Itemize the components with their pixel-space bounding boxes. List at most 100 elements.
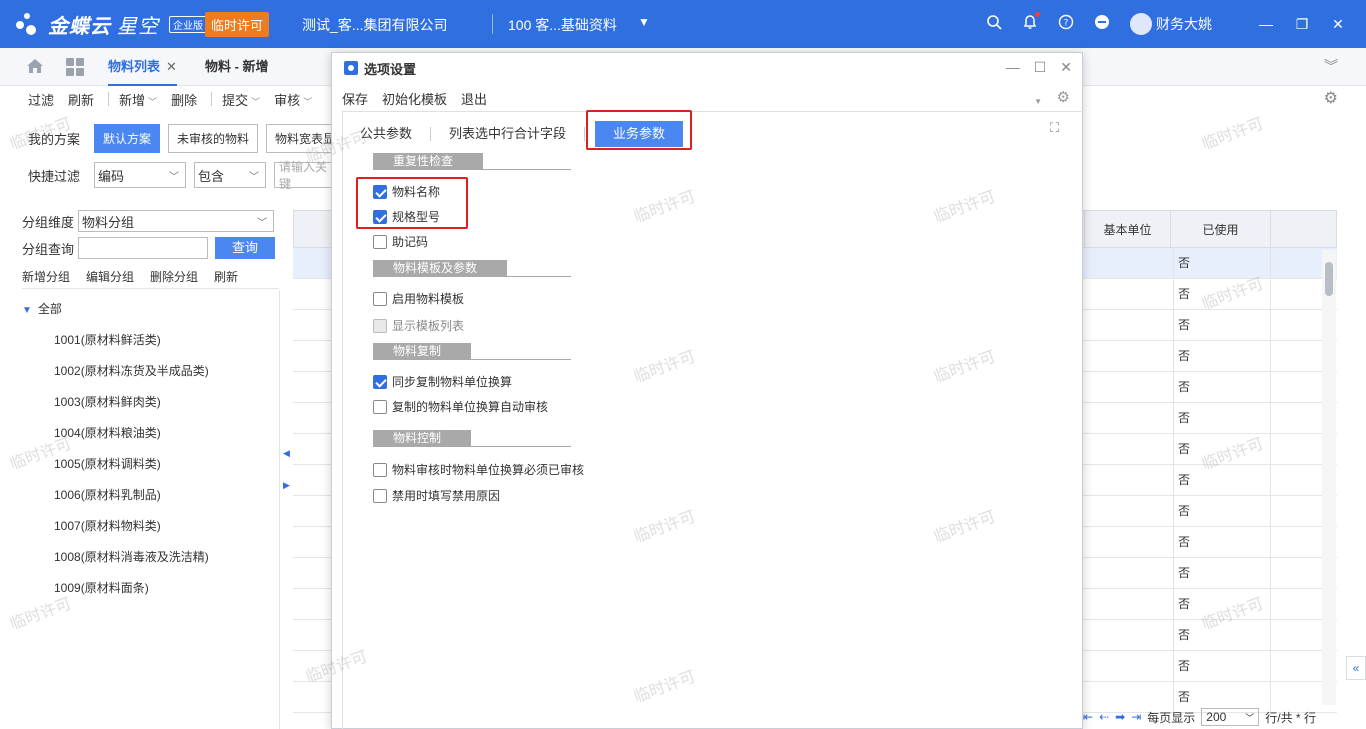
col-header-empty <box>1270 211 1338 249</box>
settings-gear-icon[interactable]: ⚙ <box>1057 88 1070 106</box>
restore-icon[interactable]: ❐ <box>1284 16 1320 33</box>
option-checkbox: 显示模板列表 <box>373 317 464 334</box>
group-actions: 新增分组 编辑分组 删除分组 刷新 <box>22 268 238 285</box>
filter-button[interactable]: 过滤 <box>28 90 54 109</box>
checkbox-empty-icon[interactable] <box>373 291 387 306</box>
col-header-unit[interactable]: 基本单位 <box>1084 211 1170 249</box>
tab-list-sum-fields[interactable]: 列表选中行合计字段 <box>441 121 574 147</box>
checkbox-empty-icon[interactable] <box>373 234 387 249</box>
chevron-down-icon: ﹀ <box>257 217 268 229</box>
checkbox-empty-icon[interactable] <box>373 462 387 477</box>
prev-page-icon[interactable]: ⇠ <box>1099 710 1109 724</box>
exit-button[interactable]: 退出 <box>461 89 487 108</box>
triangle-down-icon[interactable]: ▼ <box>22 305 32 316</box>
scheme-default[interactable]: 默认方案 <box>94 124 161 153</box>
group-header-dup-check: 重复性检查 <box>373 153 483 169</box>
tree-item[interactable]: 1003(原材料鲜肉类) <box>22 387 209 418</box>
checkbox-empty-icon[interactable] <box>373 399 387 414</box>
divider <box>108 92 110 106</box>
refresh-group-button[interactable]: 刷新 <box>214 268 238 285</box>
tree-root[interactable]: ▼ 全部 <box>22 294 209 325</box>
option-checkbox[interactable]: 助记码 <box>373 233 428 250</box>
refresh-button[interactable]: 刷新 <box>68 90 94 109</box>
tree-item[interactable]: 1004(原材料粮油类) <box>22 418 209 449</box>
delete-group-button[interactable]: 删除分组 <box>150 268 198 285</box>
audit-button[interactable]: 审核 ﹀ <box>274 90 312 109</box>
last-page-icon[interactable]: ⇥ <box>1131 710 1141 724</box>
tree-item[interactable]: 1007(原材料物料类) <box>22 511 209 542</box>
option-checkbox[interactable]: 启用物料模板 <box>373 290 464 307</box>
user-name[interactable]: 财务大姚 <box>1156 14 1212 34</box>
init-template-button[interactable]: 初始化模板 <box>382 89 447 108</box>
option-checkbox[interactable]: 同步复制物料单位换算 <box>373 373 512 390</box>
expand-right-icon[interactable]: ▶ <box>283 480 290 491</box>
tree-item[interactable]: 1005(原材料调料类) <box>22 449 209 480</box>
page-size-select[interactable]: 200 ﹀ <box>1201 708 1260 726</box>
checkbox-empty-icon[interactable] <box>373 488 387 503</box>
delete-button[interactable]: 删除 <box>171 90 197 109</box>
tree-item[interactable]: 1006(原材料乳制品) <box>22 480 209 511</box>
edit-group-button[interactable]: 编辑分组 <box>86 268 134 285</box>
splitter[interactable] <box>279 290 280 729</box>
bell-icon[interactable] <box>1012 11 1048 35</box>
org-switcher[interactable]: 测试_客...集团有限公司 <box>302 15 447 35</box>
add-group-button[interactable]: 新增分组 <box>22 268 70 285</box>
option-checkbox[interactable]: 物料审核时物料单位换算必须已审核 <box>373 461 584 478</box>
avatar[interactable] <box>1130 13 1152 35</box>
tree-item[interactable]: 1001(原材料鲜活类) <box>22 325 209 356</box>
tab-material-list[interactable]: 物料列表 ✕ <box>108 48 177 86</box>
help-icon[interactable]: ? <box>1048 14 1084 35</box>
cell-used: 否 <box>1173 279 1273 310</box>
chevron-down-icon: ﹀ <box>1245 712 1255 723</box>
caret-down-icon[interactable]: ▼ <box>638 15 650 29</box>
home-icon[interactable] <box>26 58 44 74</box>
filter-field-select[interactable]: 编码 ﹀ <box>94 162 187 188</box>
tab-common-params[interactable]: 公共参数 <box>352 121 420 147</box>
maximize-icon[interactable]: ☐ <box>1034 59 1047 76</box>
cell-unit <box>1083 279 1173 310</box>
checkbox-checked-icon[interactable] <box>373 374 387 389</box>
double-chevron-left-icon[interactable]: « <box>1346 656 1366 680</box>
col-header-used[interactable]: 已使用 <box>1170 211 1270 249</box>
close-icon[interactable]: ✕ <box>1320 16 1356 33</box>
group-query-row: 分组查询 查询 <box>22 237 276 259</box>
scheme-unaudited[interactable]: 未审核的物料 <box>168 124 259 153</box>
settings-gear-icon[interactable]: ⚙ <box>1324 88 1338 108</box>
close-icon[interactable]: ✕ <box>1060 59 1072 76</box>
minimize-icon[interactable]: — <box>1006 59 1020 76</box>
save-button[interactable]: 保存 <box>342 89 368 108</box>
query-button[interactable]: 查询 <box>215 237 276 259</box>
chevron-down-icon[interactable]: ▼ <box>1034 97 1042 106</box>
filter-op-select[interactable]: 包含 ﹀ <box>194 162 267 188</box>
scrollbar-thumb[interactable] <box>1325 262 1333 296</box>
search-icon[interactable] <box>976 14 1012 35</box>
tree-item[interactable]: 1009(原材料面条) <box>22 573 209 604</box>
edition-badge: 企业版 <box>169 16 207 33</box>
option-checkbox[interactable]: 复制的物料单位换算自动审核 <box>373 398 548 415</box>
dialog-title-bar[interactable]: 选项设置 — ☐ ✕ <box>332 53 1082 83</box>
collapse-left-icon[interactable]: ◀ <box>283 448 290 459</box>
option-checkbox[interactable]: 禁用时填写禁用原因 <box>373 487 500 504</box>
next-page-icon[interactable]: ➡ <box>1115 710 1125 724</box>
tab-material-new[interactable]: 物料 - 新增 <box>205 48 269 86</box>
new-button[interactable]: 新增 ﹀ <box>119 90 157 109</box>
fullscreen-icon[interactable]: ⛶ <box>1050 120 1059 136</box>
group-dim-select[interactable]: 物料分组 ﹀ <box>78 210 275 232</box>
tree-item[interactable]: 1002(原材料冻货及半成品类) <box>22 356 209 387</box>
close-tab-icon[interactable]: ✕ <box>166 59 177 74</box>
dialog-toolbar: 保存 初始化模板 退出 <box>342 89 487 108</box>
submit-button[interactable]: 提交 ﹀ <box>222 90 260 109</box>
tree-item[interactable]: 1008(原材料消毒液及洗洁精) <box>22 542 209 573</box>
group-query-input[interactable] <box>78 237 209 259</box>
license-badge[interactable]: 临时许可 <box>205 12 270 37</box>
cell-unit <box>1083 372 1173 403</box>
filter-keyword-input[interactable]: 请输入关键 <box>274 160 339 191</box>
cell-divider <box>1270 651 1271 682</box>
first-page-icon[interactable]: ⇤ <box>1083 710 1093 724</box>
chevrons-down-icon[interactable]: ︾ <box>1324 56 1338 76</box>
minimize-icon[interactable]: — <box>1248 16 1284 32</box>
more-icon[interactable] <box>1084 14 1120 35</box>
app-grid-icon[interactable] <box>66 58 84 76</box>
grid-scrollbar[interactable] <box>1322 250 1336 705</box>
account-switcher[interactable]: 100 客...基础资料 <box>508 15 617 35</box>
